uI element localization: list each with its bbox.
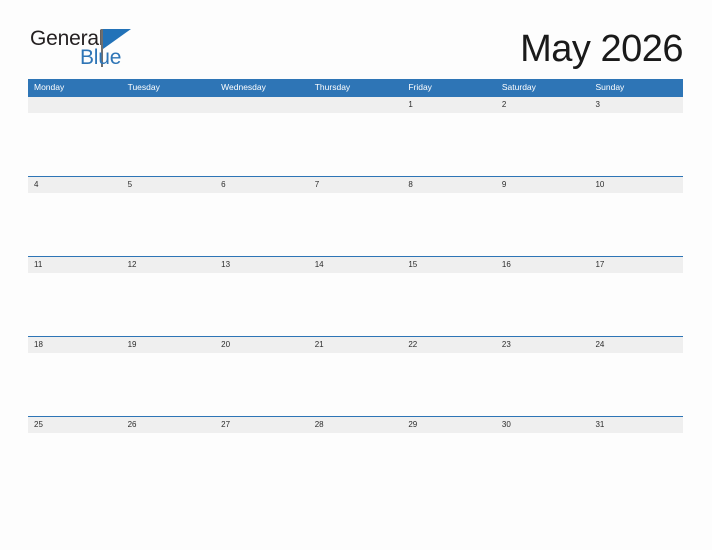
- weekday-header-saturday: Saturday: [501, 82, 536, 92]
- day-cell[interactable]: 3: [589, 97, 683, 113]
- week-row: 18 19 20 21 22 23 24: [28, 336, 683, 416]
- date-band: 1 2 3: [28, 97, 683, 113]
- day-cell[interactable]: 9: [496, 177, 590, 193]
- weekday-header-tuesday: Tuesday: [127, 82, 160, 92]
- day-cell[interactable]: [28, 97, 122, 113]
- weekday-header-sunday: Sunday: [595, 82, 625, 92]
- day-cell[interactable]: 29: [402, 417, 496, 433]
- day-cell[interactable]: 16: [496, 257, 590, 273]
- day-cell[interactable]: 30: [496, 417, 590, 433]
- day-cell[interactable]: 11: [28, 257, 122, 273]
- week-event-area[interactable]: [28, 353, 683, 416]
- day-cell[interactable]: 2: [496, 97, 590, 113]
- day-cell[interactable]: 20: [215, 337, 309, 353]
- day-cell[interactable]: [215, 97, 309, 113]
- day-cell[interactable]: [122, 97, 216, 113]
- day-cell[interactable]: 1: [402, 97, 496, 113]
- day-cell[interactable]: 18: [28, 337, 122, 353]
- day-cell[interactable]: 22: [402, 337, 496, 353]
- day-cell[interactable]: 10: [589, 177, 683, 193]
- week-row: 4 5 6 7 8 9 10: [28, 176, 683, 256]
- date-band: 18 19 20 21 22 23 24: [28, 337, 683, 353]
- week-row: 1 2 3: [28, 96, 683, 176]
- day-cell[interactable]: 26: [122, 417, 216, 433]
- day-cell[interactable]: 24: [589, 337, 683, 353]
- day-cell[interactable]: 27: [215, 417, 309, 433]
- day-cell[interactable]: 23: [496, 337, 590, 353]
- day-cell[interactable]: [309, 97, 403, 113]
- day-cell[interactable]: 14: [309, 257, 403, 273]
- weekday-header-row: Monday Tuesday Wednesday Thursday Friday…: [28, 79, 683, 96]
- calendar-grid: Monday Tuesday Wednesday Thursday Friday…: [28, 79, 683, 496]
- calendar-page: General Blue May 2026 Monday Tuesday Wed…: [0, 0, 712, 550]
- day-cell[interactable]: 31: [589, 417, 683, 433]
- brand-logo[interactable]: General Blue: [28, 26, 228, 74]
- week-event-area[interactable]: [28, 193, 683, 256]
- day-cell[interactable]: 17: [589, 257, 683, 273]
- week-event-area[interactable]: [28, 273, 683, 336]
- day-cell[interactable]: 13: [215, 257, 309, 273]
- day-cell[interactable]: 25: [28, 417, 122, 433]
- weekday-header-thursday: Thursday: [314, 82, 351, 92]
- page-header: General Blue May 2026: [28, 26, 683, 74]
- week-event-area[interactable]: [28, 433, 683, 496]
- weekday-header-monday: Monday: [34, 82, 65, 92]
- date-band: 4 5 6 7 8 9 10: [28, 177, 683, 193]
- date-band: 11 12 13 14 15 16 17: [28, 257, 683, 273]
- day-cell[interactable]: 19: [122, 337, 216, 353]
- weekday-header-wednesday: Wednesday: [221, 82, 266, 92]
- week-row: 11 12 13 14 15 16 17: [28, 256, 683, 336]
- day-cell[interactable]: 21: [309, 337, 403, 353]
- day-cell[interactable]: 8: [402, 177, 496, 193]
- week-event-area[interactable]: [28, 113, 683, 176]
- brand-name-blue: Blue: [80, 46, 122, 69]
- date-band: 25 26 27 28 29 30 31: [28, 417, 683, 433]
- weekday-header-friday: Friday: [408, 82, 432, 92]
- day-cell[interactable]: 12: [122, 257, 216, 273]
- page-title: May 2026: [520, 28, 683, 70]
- day-cell[interactable]: 7: [309, 177, 403, 193]
- day-cell[interactable]: 6: [215, 177, 309, 193]
- week-row: 25 26 27 28 29 30 31: [28, 416, 683, 496]
- day-cell[interactable]: 5: [122, 177, 216, 193]
- day-cell[interactable]: 15: [402, 257, 496, 273]
- day-cell[interactable]: 4: [28, 177, 122, 193]
- day-cell[interactable]: 28: [309, 417, 403, 433]
